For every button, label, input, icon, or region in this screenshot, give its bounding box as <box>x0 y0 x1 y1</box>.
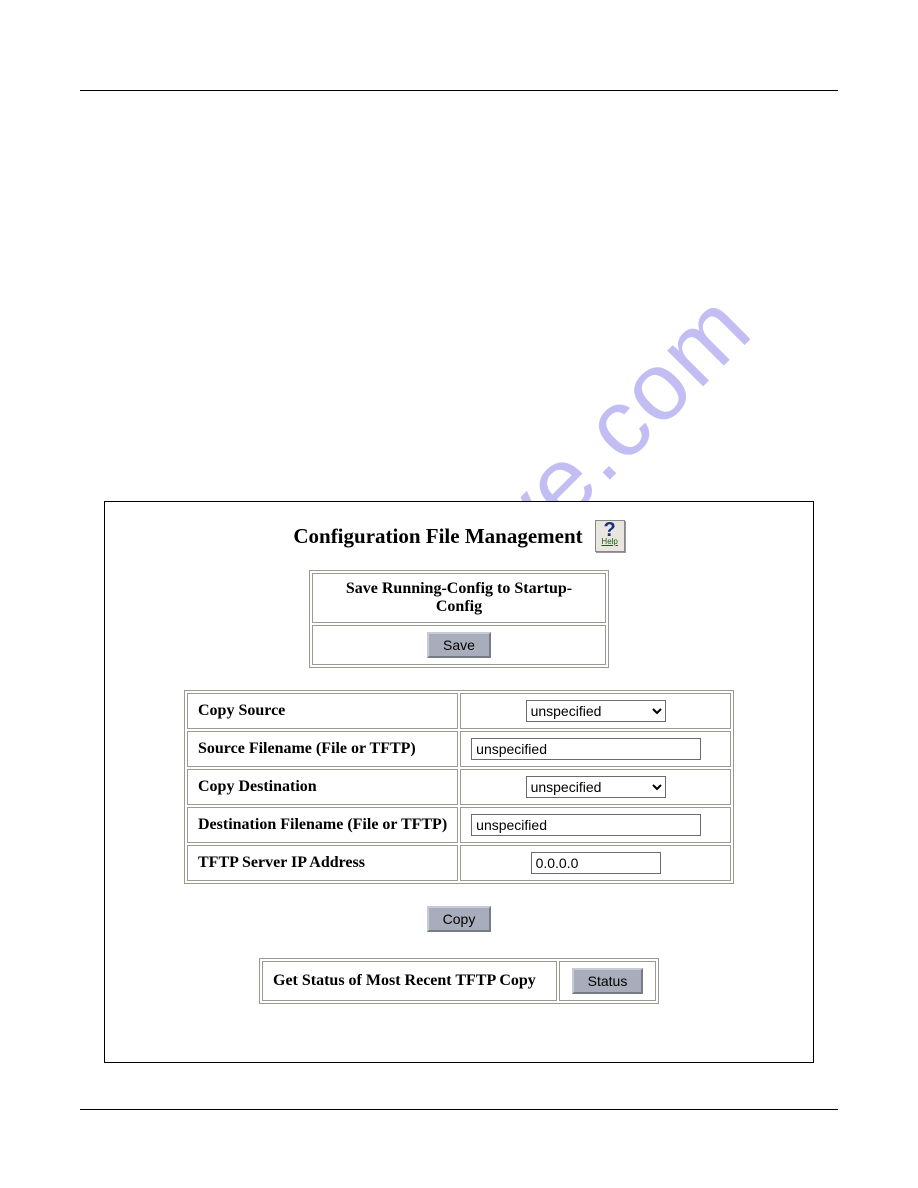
cell-destination-filename-value <box>460 807 731 843</box>
row-copy-destination: Copy Destination unspecified <box>187 769 731 805</box>
label-source-filename: Source Filename (File or TFTP) <box>187 731 458 767</box>
document-page: manualshive.com Configuration File Manag… <box>0 0 918 1188</box>
save-button[interactable]: Save <box>427 632 491 658</box>
status-button[interactable]: Status <box>572 968 644 994</box>
help-icon[interactable]: ? Help <box>595 520 625 552</box>
label-get-status: Get Status of Most Recent TFTP Copy <box>262 961 557 1001</box>
destination-filename-input[interactable] <box>471 814 701 836</box>
copy-config-table: Copy Source unspecified Source Filename … <box>184 690 734 884</box>
copy-button[interactable]: Copy <box>427 906 492 932</box>
label-destination-filename: Destination Filename (File or TFTP) <box>187 807 458 843</box>
panel-title-row: Configuration File Management ? Help <box>119 520 799 552</box>
panel-title: Configuration File Management <box>293 524 582 549</box>
label-copy-source: Copy Source <box>187 693 458 729</box>
row-tftp-ip: TFTP Server IP Address <box>187 845 731 881</box>
cell-source-filename-value <box>460 731 731 767</box>
copy-source-select[interactable]: unspecified <box>526 700 666 722</box>
row-copy-source: Copy Source unspecified <box>187 693 731 729</box>
label-tftp-ip: TFTP Server IP Address <box>187 845 458 881</box>
source-filename-input[interactable] <box>471 738 701 760</box>
row-destination-filename: Destination Filename (File or TFTP) <box>187 807 731 843</box>
help-icon-label: Help <box>596 538 624 546</box>
save-config-header: Save Running-Config to Startup-Config <box>312 573 606 623</box>
row-source-filename: Source Filename (File or TFTP) <box>187 731 731 767</box>
cell-copy-destination-value: unspecified <box>460 769 731 805</box>
cell-status-button: Status <box>559 961 656 1001</box>
label-copy-destination: Copy Destination <box>187 769 458 805</box>
tftp-ip-input[interactable] <box>531 852 661 874</box>
top-divider <box>80 90 838 91</box>
cell-tftp-ip-value <box>460 845 731 881</box>
copy-button-row: Copy <box>119 906 799 932</box>
copy-destination-select[interactable]: unspecified <box>526 776 666 798</box>
status-table: Get Status of Most Recent TFTP Copy Stat… <box>259 958 659 1004</box>
bottom-divider <box>80 1109 838 1110</box>
config-file-management-panel: Configuration File Management ? Help Sav… <box>104 501 814 1063</box>
save-config-body: Save <box>312 625 606 665</box>
cell-copy-source-value: unspecified <box>460 693 731 729</box>
save-config-table: Save Running-Config to Startup-Config Sa… <box>309 570 609 668</box>
